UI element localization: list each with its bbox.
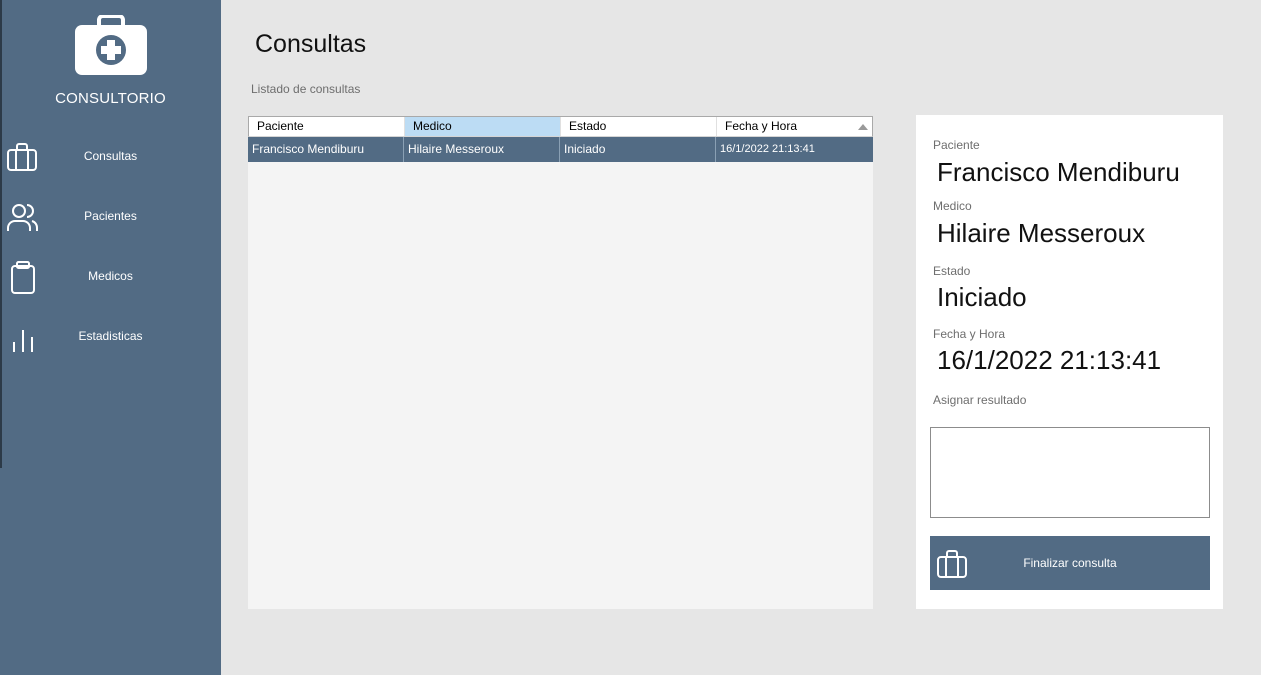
consultas-table[interactable]: Paciente Medico Estado Fecha y Hora Fran… <box>248 116 873 609</box>
paciente-label: Paciente <box>933 138 980 152</box>
sidebar: CONSULTORIO Consultas Pacientes Medicos <box>0 0 221 675</box>
paciente-value: Francisco Mendiburu <box>937 157 1180 187</box>
page-title: Consultas <box>255 30 367 58</box>
medico-value: Hilaire Messeroux <box>937 218 1146 248</box>
brand-name: CONSULTORIO <box>55 90 166 107</box>
sidebar-item-label: Estadisticas <box>78 329 143 343</box>
cell-estado: Iniciado <box>560 137 716 162</box>
resultado-label: Asignar resultado <box>933 393 1027 407</box>
consulta-detail-panel: Paciente Francisco Mendiburu Medico Hila… <box>916 115 1223 609</box>
column-header-medico[interactable]: Medico <box>405 117 561 136</box>
column-header-fecha[interactable]: Fecha y Hora <box>717 117 872 136</box>
sidebar-item-label: Pacientes <box>84 209 137 223</box>
page-subtitle: Listado de consultas <box>251 82 361 96</box>
sidebar-item-medicos[interactable]: Medicos <box>0 255 221 299</box>
sidebar-item-pacientes[interactable]: Pacientes <box>0 195 221 239</box>
column-header-label: Fecha y Hora <box>725 119 798 133</box>
sidebar-item-label: Consultas <box>83 149 138 163</box>
fecha-label: Fecha y Hora <box>933 327 1006 341</box>
cell-medico: Hilaire Messeroux <box>404 137 560 162</box>
fecha-value: 16/1/2022 21:13:41 <box>937 345 1162 375</box>
medical-kit-icon <box>75 15 147 75</box>
resultado-input[interactable] <box>930 427 1210 518</box>
finalizar-consulta-button[interactable]: Finalizar consulta <box>930 536 1210 590</box>
sidebar-item-estadisticas[interactable]: Estadisticas <box>0 315 221 359</box>
finalizar-consulta-label: Finalizar consulta <box>1023 556 1117 570</box>
logo: CONSULTORIO <box>0 0 221 120</box>
table-row[interactable]: Francisco Mendiburu Hilaire Messeroux In… <box>248 137 873 162</box>
medico-label: Medico <box>933 199 972 213</box>
column-header-estado[interactable]: Estado <box>561 117 717 136</box>
table-header: Paciente Medico Estado Fecha y Hora <box>248 116 873 137</box>
sidebar-item-label: Medicos <box>88 269 133 283</box>
estado-label: Estado <box>933 264 971 278</box>
cell-paciente: Francisco Mendiburu <box>248 137 404 162</box>
estado-value: Iniciado <box>937 282 1027 312</box>
column-header-paciente[interactable]: Paciente <box>249 117 405 136</box>
sort-ascending-icon <box>858 124 868 130</box>
cell-fecha: 16/1/2022 21:13:41 <box>720 143 815 155</box>
sidebar-item-consultas[interactable]: Consultas <box>0 135 221 179</box>
